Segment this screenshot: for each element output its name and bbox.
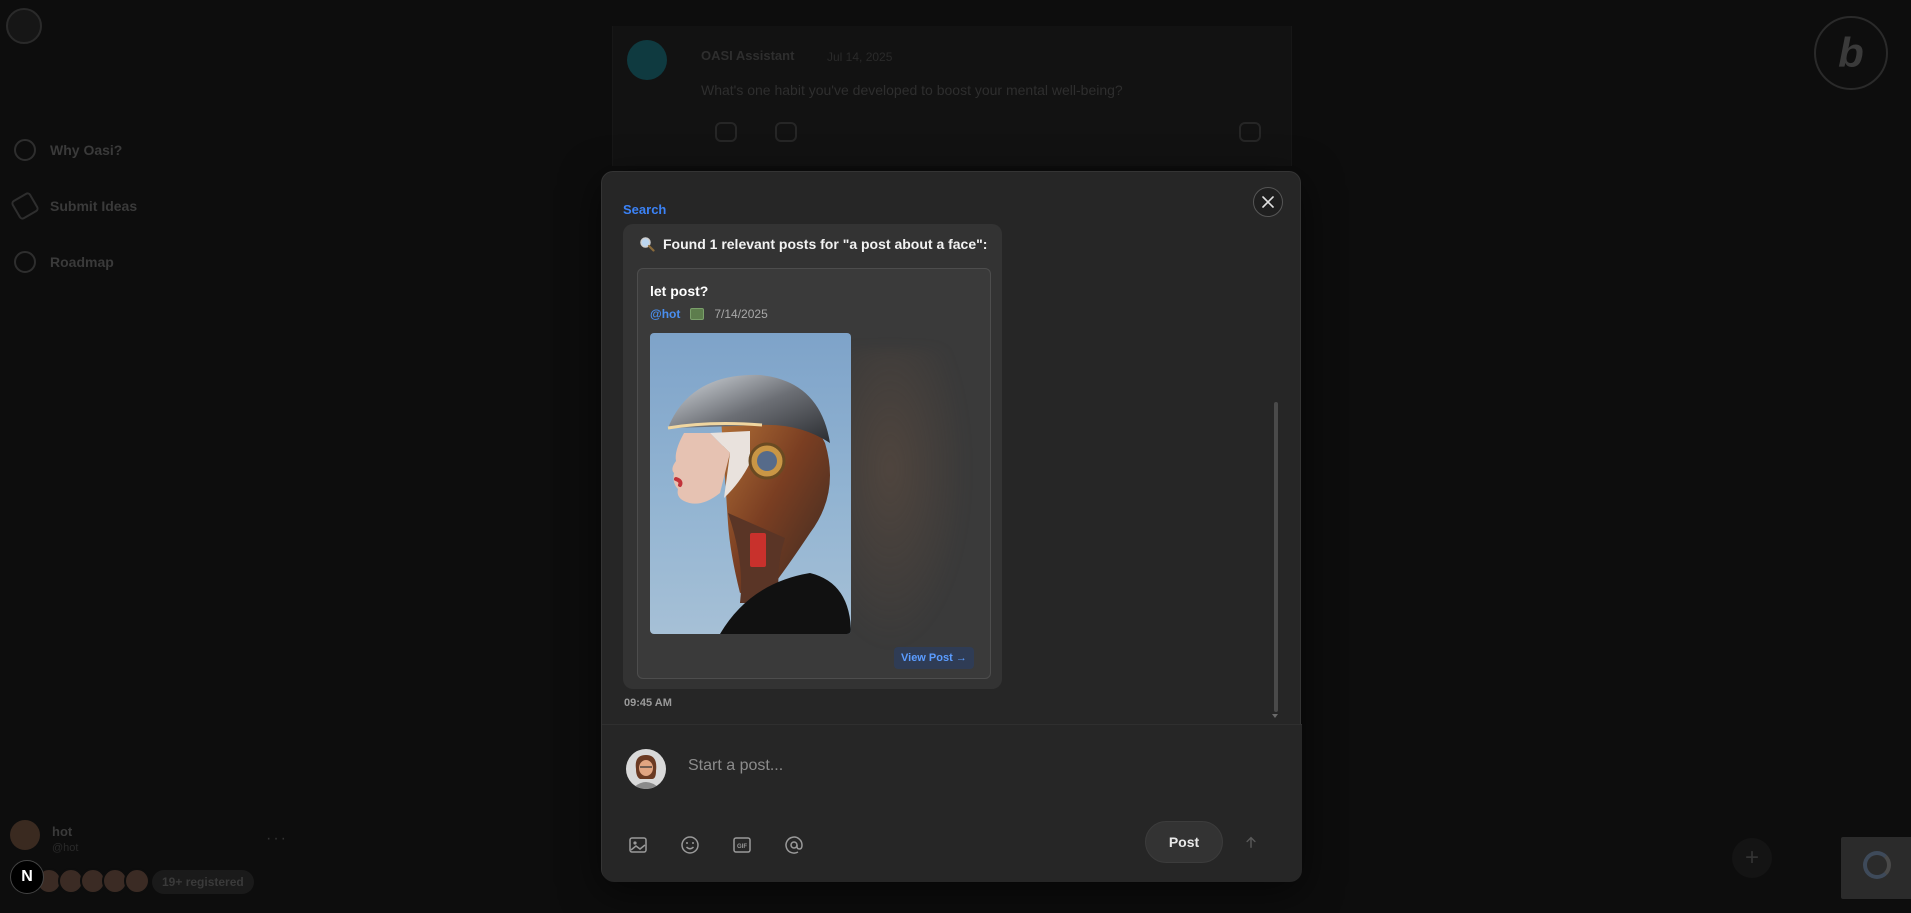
heart-icon [715,122,737,142]
image-icon [629,837,647,853]
feed-post-text: What's one habit you've developed to boo… [701,82,1123,98]
chat-area[interactable]: Search Found 1 relevant posts for "a pos… [602,172,1302,720]
result-header-text: Found 1 relevant posts for "a post about… [663,236,988,252]
scrollbar[interactable] [1274,402,1278,712]
info-icon [14,139,36,161]
search-label: Search [623,202,667,217]
send-button[interactable] [1238,829,1264,855]
search-result-bubble: Found 1 relevant posts for "a post about… [623,224,1002,689]
post-composer: GIF Post [602,724,1302,882]
recaptcha-badge [1841,837,1911,899]
assistant-avatar [627,40,667,80]
post-input[interactable] [688,751,1248,781]
robot-profile-image[interactable] [650,333,851,634]
user-handle: @hot [52,842,79,854]
feed-post-background: OASI Assistant Jul 14, 2025 What's one h… [612,26,1292,166]
sidebar-item-why: Why Oasi? [14,122,137,178]
feed-post-author: OASI Assistant [701,48,795,63]
arrow-up-icon [1246,836,1256,848]
view-post-button[interactable]: View Post → [894,647,974,669]
registered-badge: 19+ registered [152,870,254,894]
robot-profile-illustration [667,374,851,634]
feed-post-meta: Jul 14, 2025 [827,50,893,64]
image-icon [690,308,705,320]
search-modal: Search Found 1 relevant posts for "a pos… [601,171,1302,882]
sidebar-item-label: Roadmap [50,254,114,270]
image-shadow [838,349,968,649]
avatar [124,868,150,894]
magnifier-icon [640,237,655,252]
sidebar-nav: Why Oasi? Submit Ideas Roadmap [9,122,138,290]
mention-icon [785,836,803,854]
app-logo [6,8,42,44]
post-card[interactable]: let post? @hot 7/14/2025 View Post → [637,268,991,679]
sidebar-item-roadmap: Roadmap [14,234,137,290]
scroll-down-arrow[interactable] [1272,714,1278,718]
gif-icon: GIF [733,837,751,853]
post-meta: @hot 7/14/2025 [650,307,768,321]
post-date: 7/14/2025 [714,307,768,321]
emoji-icon [681,836,699,854]
comment-icon [775,122,797,142]
post-title: let post? [650,283,709,299]
attach-image-button[interactable] [626,833,650,857]
roadmap-icon [14,251,36,273]
brand-badge: b [1814,16,1888,90]
app-page: Why Oasi? Submit Ideas Roadmap OASI Assi… [0,0,1911,913]
svg-text:GIF: GIF [737,844,747,850]
sidebar-item-label: Why Oasi? [50,142,123,158]
add-fab-button: + [1732,838,1772,878]
gif-button[interactable]: GIF [730,833,754,857]
user-name: hot [52,824,73,839]
post-author[interactable]: @hot [650,307,680,321]
registered-avatars [36,868,150,894]
avatar [626,749,666,789]
avatar [10,820,40,850]
sidebar-item-submit-ideas: Submit Ideas [9,178,138,234]
pencil-icon [9,190,41,222]
recaptcha-icon [1863,851,1891,879]
more-icon: ··· [266,830,288,847]
user-avatar-illustration [626,749,666,789]
result-header: Found 1 relevant posts for "a post about… [639,236,987,252]
message-timestamp: 09:45 AM [624,697,672,709]
nextjs-badge[interactable]: N [10,860,44,894]
share-icon [1239,122,1261,142]
mention-button[interactable] [782,833,806,857]
sidebar-item-label: Submit Ideas [50,198,138,214]
post-button[interactable]: Post [1145,821,1223,863]
emoji-button[interactable] [678,833,702,857]
